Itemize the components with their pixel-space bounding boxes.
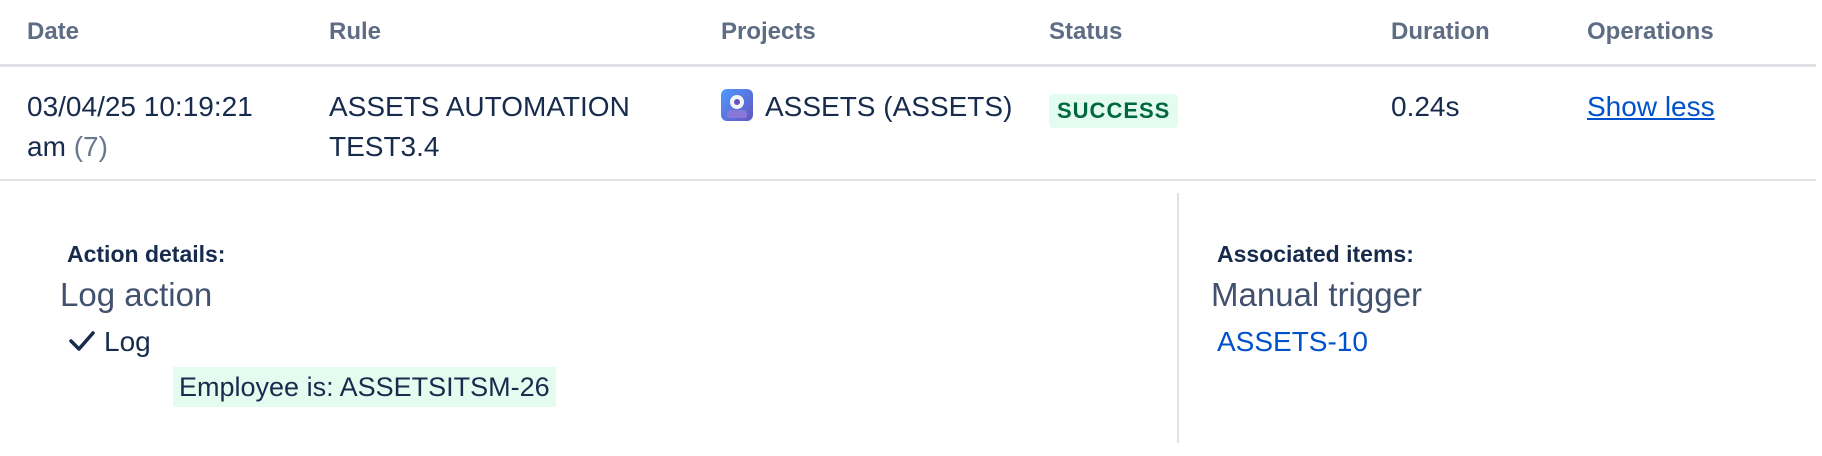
action-name: Log action [60,276,213,313]
column-header-rule[interactable]: Rule [329,18,381,46]
execution-count: (7) [73,131,108,162]
date-text: 03/04/25 10:19:21 [27,91,253,122]
column-header-operations: Operations [1587,18,1714,45]
trigger-name: Manual trigger [1211,276,1422,313]
assets-project-icon [721,89,753,121]
issue-link[interactable]: ASSETS-10 [1217,326,1368,358]
status-badge: SUCCESS [1049,94,1179,128]
duration-value: 0.24s [1391,91,1460,122]
expanded-details-panel: Action details: Log action Log Employee … [0,181,1816,456]
column-header-duration[interactable]: Duration [1391,18,1490,46]
table-row: 03/04/25 10:19:21 am (7) ASSETS AUTOMATI… [0,67,1816,181]
column-header-projects[interactable]: Projects [721,18,816,46]
rule-cell: ASSETS AUTOMATION TEST3.4 [329,87,630,167]
show-less-link[interactable]: Show less [1587,91,1715,122]
project-cell: ASSETS (ASSETS) [721,87,1012,127]
log-step: Log [68,326,151,358]
table-header-row: Date Rule Projects Status Duration Opera… [0,0,1816,67]
column-header-date[interactable]: Date [27,18,79,46]
date-cell: 03/04/25 10:19:21 am (7) [27,87,253,167]
duration-cell: 0.24s [1391,87,1460,127]
project-name: ASSETS (ASSETS) [765,91,1013,122]
action-details-label: Action details: [67,241,226,267]
date-ampm: am [27,131,66,162]
log-message: Employee is: ASSETSITSM-26 [173,367,556,407]
rule-name-line2: TEST3.4 [329,131,440,162]
status-cell: SUCCESS [1049,89,1179,129]
operations-cell: Show less [1587,87,1715,127]
rule-name-line1: ASSETS AUTOMATION [329,91,630,122]
check-icon [69,331,95,351]
log-step-label: Log [104,326,151,357]
associated-items-label: Associated items: [1217,241,1414,267]
details-divider [1177,193,1179,443]
audit-log-table: Date Rule Projects Status Duration Opera… [0,0,1822,456]
column-header-status[interactable]: Status [1049,18,1122,46]
